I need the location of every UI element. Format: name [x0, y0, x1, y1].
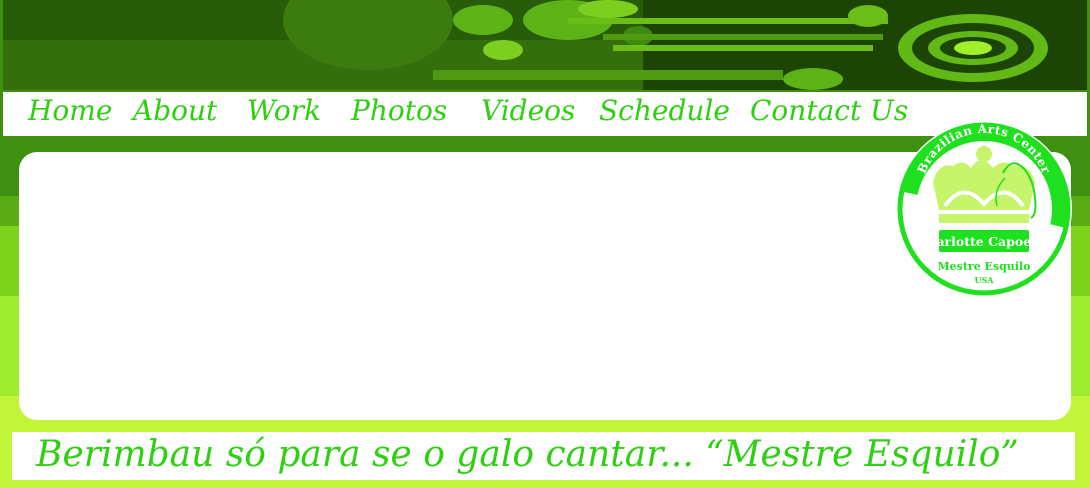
logo-country: USA [975, 275, 995, 285]
nav-schedule[interactable]: Schedule [599, 94, 730, 127]
nav-photos[interactable]: Photos [351, 94, 447, 127]
logo-name: Charlotte Capoeira [917, 234, 1050, 249]
header-banner [3, 0, 1087, 90]
target-graphic [898, 14, 1048, 82]
nav-home[interactable]: Home [28, 94, 112, 127]
nav-work[interactable]: Work [247, 94, 321, 127]
page: Home About Work Photos Videos Schedule C… [0, 0, 1090, 488]
nav-videos[interactable]: Videos [481, 94, 575, 127]
logo-master: Mestre Esquilo [937, 260, 1030, 273]
nav-about[interactable]: About [133, 94, 217, 127]
nav-contact-us[interactable]: Contact Us [750, 94, 908, 127]
quote-text: Berimbau só para se o galo cantar... “Me… [36, 434, 1019, 475]
quote-box: Berimbau só para se o galo cantar... “Me… [12, 432, 1075, 480]
charlotte-capoeira-logo[interactable]: Brazilian Arts Center Charlotte Capoeira… [893, 118, 1075, 300]
